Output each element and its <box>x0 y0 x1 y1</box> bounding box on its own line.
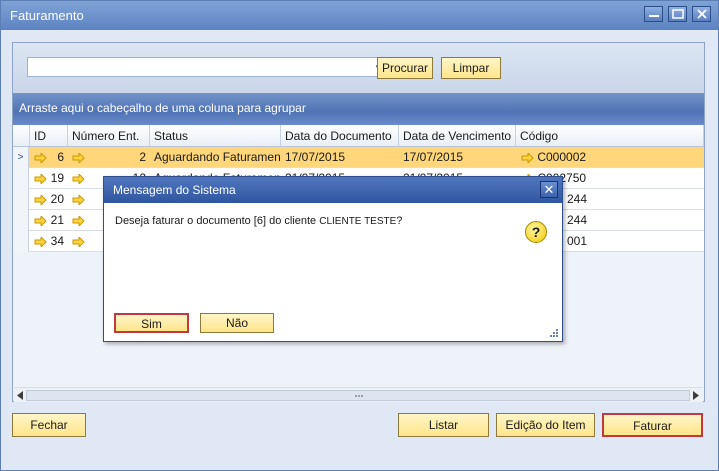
row-indicator <box>13 168 29 189</box>
search-button[interactable]: Procurar <box>377 57 433 79</box>
edit-item-button[interactable]: Edição do Item <box>496 413 595 437</box>
resize-grip-icon[interactable] <box>549 328 559 338</box>
grip-icon <box>355 395 363 397</box>
column-header-due-date[interactable]: Data de Vencimento <box>399 125 516 147</box>
id-value: 6 <box>57 150 64 164</box>
arrow-right-icon[interactable] <box>34 152 47 163</box>
minimize-button[interactable] <box>644 6 663 22</box>
id-cell[interactable]: 20 <box>34 189 66 210</box>
list-button[interactable]: Listar <box>398 413 489 437</box>
clear-button[interactable]: Limpar <box>441 57 501 79</box>
id-cell[interactable]: 19 <box>34 168 66 189</box>
id-cell[interactable]: 34 <box>34 231 66 252</box>
row-indicator <box>13 189 29 210</box>
bill-button[interactable]: Faturar <box>602 413 703 437</box>
header-indicator <box>13 125 30 147</box>
status-cell: Aguardando Faturamento <box>154 150 280 164</box>
id-cell[interactable]: 21 <box>34 210 66 231</box>
close-window-button[interactable] <box>692 6 711 22</box>
code-value: C000002 <box>537 150 587 164</box>
code-value: 244 <box>567 213 588 227</box>
arrow-right-icon[interactable] <box>72 173 85 184</box>
arrow-right-icon[interactable] <box>34 194 47 205</box>
column-header-entry-number[interactable]: Número Ent. <box>68 125 150 147</box>
no-button[interactable]: Não <box>200 313 274 333</box>
arrow-right-icon[interactable] <box>72 152 85 163</box>
id-value: 34 <box>50 234 64 248</box>
column-header-code[interactable]: Código <box>516 125 704 147</box>
current-row-indicator-icon: > <box>13 147 29 168</box>
id-value: 19 <box>50 171 64 185</box>
search-bar: ▼ Procurar Limpar <box>13 43 704 93</box>
code-value: 244 <box>567 192 588 206</box>
code-value: 001 <box>567 234 588 248</box>
close-icon[interactable]: ✕ <box>540 181 558 198</box>
scroll-left-icon[interactable] <box>16 391 24 400</box>
column-header-status[interactable]: Status <box>150 125 281 147</box>
entry-number-cell[interactable]: 2 <box>72 147 148 168</box>
arrow-right-icon[interactable] <box>521 152 534 163</box>
title-bar: Faturamento <box>1 1 718 30</box>
id-value: 20 <box>50 192 64 206</box>
dialog-title-bar[interactable]: Mensagem do Sistema ✕ <box>104 177 562 203</box>
dialog-title: Mensagem do Sistema <box>113 183 236 197</box>
scrollbar-thumb[interactable] <box>26 390 690 401</box>
arrow-right-icon[interactable] <box>72 236 85 247</box>
maximize-button[interactable] <box>668 6 687 22</box>
group-by-hint: Arraste aqui o cabeçalho de uma coluna p… <box>19 101 306 115</box>
dialog-client-name: CLIENTE TESTE <box>319 216 397 227</box>
id-value: 21 <box>50 213 64 227</box>
yes-button[interactable]: Sim <box>114 313 189 333</box>
search-combo[interactable]: ▼ <box>27 57 386 77</box>
arrow-right-icon[interactable] <box>34 173 47 184</box>
row-indicator <box>13 210 29 231</box>
close-button[interactable]: Fechar <box>12 413 86 437</box>
group-by-band[interactable]: Arraste aqui o cabeçalho de uma coluna p… <box>13 93 704 125</box>
arrow-right-icon[interactable] <box>72 215 85 226</box>
row-indicator <box>13 231 29 252</box>
code-cell[interactable]: C000002 <box>521 147 701 168</box>
horizontal-scrollbar[interactable] <box>14 387 703 402</box>
document-date-cell: 17/07/2015 <box>285 150 346 164</box>
id-cell[interactable]: 6 <box>34 147 66 168</box>
table-row[interactable]: > 6 2 Aguardando Faturamento 17/07/2015 … <box>13 147 704 168</box>
scroll-right-icon[interactable] <box>692 391 700 400</box>
question-icon: ? <box>525 221 547 243</box>
window-title: Faturamento <box>10 8 84 23</box>
dialog-message-end: ? <box>396 215 403 227</box>
system-message-dialog: Mensagem do Sistema ✕ Deseja faturar o d… <box>103 176 563 342</box>
column-header-id[interactable]: ID <box>30 125 68 147</box>
dialog-message-text: Deseja faturar o documento [6] do client… <box>115 215 320 227</box>
dialog-message: Deseja faturar o documento [6] do client… <box>115 215 402 227</box>
column-header-document-date[interactable]: Data do Documento <box>281 125 399 147</box>
arrow-right-icon[interactable] <box>34 215 47 226</box>
arrow-right-icon[interactable] <box>72 194 85 205</box>
due-date-cell: 17/07/2015 <box>403 150 464 164</box>
entry-number-value: 2 <box>139 150 146 164</box>
arrow-right-icon[interactable] <box>34 236 47 247</box>
